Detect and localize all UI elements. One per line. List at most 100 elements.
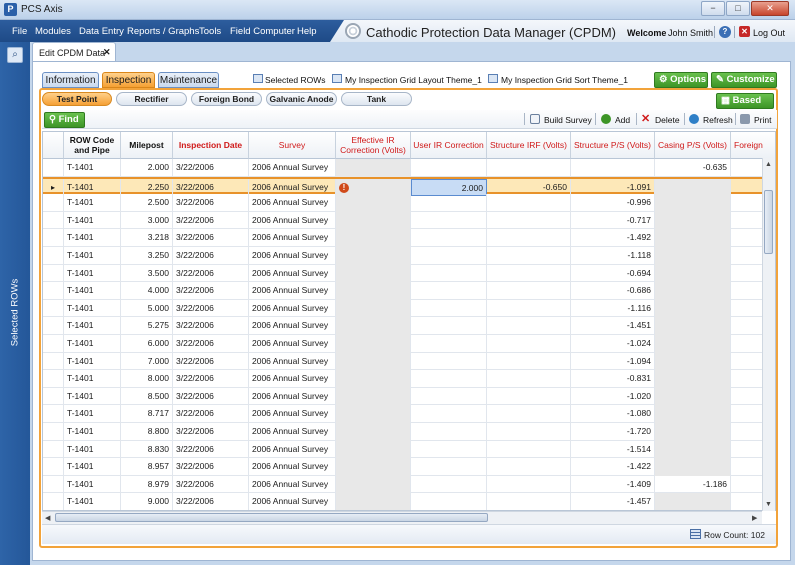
cell-milepost[interactable]: 3.500 [121, 264, 173, 283]
cell-survey[interactable]: 2006 Annual Survey [249, 211, 336, 230]
cell-milepost[interactable]: 4.000 [121, 282, 173, 300]
scroll-right-icon[interactable]: ▶ [752, 514, 757, 522]
cell-irf[interactable] [487, 317, 571, 335]
cell-irf[interactable] [487, 405, 571, 423]
menu-help[interactable]: Help [297, 26, 317, 37]
cell-milepost[interactable]: 3.000 [121, 211, 173, 230]
cell-ps[interactable]: -1.457 [571, 493, 655, 510]
cell-survey[interactable]: 2006 Annual Survey [249, 247, 336, 265]
cell-user-ir[interactable] [411, 352, 487, 371]
cell-ps[interactable] [571, 159, 655, 177]
cell-milepost[interactable]: 3.218 [121, 229, 173, 247]
cell-irf[interactable] [487, 335, 571, 353]
col-header-structure-ps[interactable]: Structure P/S (Volts) [571, 132, 655, 159]
cell-casing[interactable] [655, 405, 731, 423]
cell-ps[interactable]: -1.094 [571, 352, 655, 371]
cell-milepost[interactable]: 2.500 [121, 194, 173, 212]
col-header-inspection-date[interactable]: Inspection Date [173, 132, 249, 159]
cell-date[interactable]: 3/22/2006 [173, 405, 249, 423]
cell-date[interactable]: 3/22/2006 [173, 335, 249, 353]
cell-date[interactable]: 3/22/2006 [173, 475, 249, 494]
cell-survey[interactable]: 2006 Annual Survey [249, 352, 336, 371]
logout-icon[interactable]: ✕ [739, 26, 750, 37]
cell-irf[interactable] [487, 159, 571, 177]
cell-row[interactable]: T-1401 [64, 299, 121, 318]
cell-survey[interactable]: 2006 Annual Survey [249, 159, 336, 177]
cell-row[interactable]: T-1401 [64, 335, 121, 353]
cell-row[interactable]: T-1401 [64, 247, 121, 265]
cell-survey[interactable]: 2006 Annual Survey [249, 405, 336, 423]
table-row[interactable]: T-1401 7.000 3/22/2006 2006 Annual Survey -1… [43, 352, 775, 371]
cell-row[interactable]: T-1401 [64, 423, 121, 441]
cell-user-ir[interactable] [411, 405, 487, 423]
cell-row[interactable]: T-1401 [64, 475, 121, 494]
cell-user-ir[interactable] [411, 264, 487, 283]
subtab-galvanic-anode[interactable]: Galvanic Anode [266, 92, 337, 106]
cell-user-ir[interactable] [411, 282, 487, 300]
menu-modules[interactable]: Modules [35, 26, 71, 37]
cell-effective-ir[interactable] [336, 458, 411, 476]
vertical-scroll-thumb[interactable] [764, 190, 773, 254]
cell-effective-ir[interactable] [336, 299, 411, 318]
cell-survey[interactable]: 2006 Annual Survey [249, 299, 336, 318]
table-row[interactable]: ▸ T-1401 2.250 3/22/2006 2006 Annual Survey!… [43, 176, 775, 197]
cell-irf[interactable] [487, 247, 571, 265]
table-row[interactable]: T-1401 8.500 3/22/2006 2006 Annual Survey -1… [43, 387, 775, 406]
table-row[interactable]: T-1401 4.000 3/22/2006 2006 Annual Survey -0… [43, 282, 775, 300]
cell-date[interactable]: 3/22/2006 [173, 211, 249, 230]
table-row[interactable]: T-1401 8.830 3/22/2006 2006 Annual Survey -1… [43, 440, 775, 459]
cell-casing[interactable] [655, 370, 731, 388]
cell-casing[interactable]: -1.186 [655, 475, 731, 494]
cell-irf[interactable] [487, 370, 571, 388]
find-button[interactable]: ⚲ Find [44, 112, 85, 128]
cell-ps[interactable]: -1.451 [571, 317, 655, 335]
cell-effective-ir[interactable] [336, 370, 411, 388]
cell-effective-ir[interactable] [336, 475, 411, 494]
cell-survey[interactable]: 2006 Annual Survey [249, 440, 336, 459]
cell-effective-ir[interactable] [336, 405, 411, 423]
table-row[interactable]: T-1401 2.000 3/22/2006 2006 Annual Survey -0… [43, 159, 775, 177]
subtab-tank[interactable]: Tank [341, 92, 412, 106]
cell-ps[interactable]: -1.020 [571, 387, 655, 406]
cell-survey[interactable]: 2006 Annual Survey [249, 458, 336, 476]
col-header-user-ir[interactable]: User IR Correction [411, 132, 487, 159]
cell-row[interactable]: T-1401 [64, 440, 121, 459]
cell-casing[interactable] [655, 194, 731, 212]
subtab-test-point[interactable]: Test Point [42, 92, 112, 106]
cell-milepost[interactable]: 9.000 [121, 493, 173, 510]
cell-user-ir[interactable] [411, 229, 487, 247]
cell-row[interactable]: T-1401 [64, 370, 121, 388]
tab-edit-cpdm-data[interactable]: Edit CPDM Data ✕ [32, 42, 116, 61]
cell-user-ir[interactable] [411, 440, 487, 459]
table-row[interactable]: T-1401 3.218 3/22/2006 2006 Annual Survey -1… [43, 229, 775, 247]
cell-milepost[interactable]: 3.250 [121, 247, 173, 265]
cell-irf[interactable] [487, 264, 571, 283]
cell-date[interactable]: 3/22/2006 [173, 387, 249, 406]
cell-row[interactable]: T-1401 [64, 317, 121, 335]
cell-user-ir[interactable] [411, 247, 487, 265]
cell-milepost[interactable]: 5.275 [121, 317, 173, 335]
cell-survey[interactable]: 2006 Annual Survey [249, 370, 336, 388]
subtab-rectifier[interactable]: Rectifier [116, 92, 187, 106]
cell-milepost[interactable]: 8.830 [121, 440, 173, 459]
cell-casing[interactable] [655, 229, 731, 247]
horizontal-scroll-thumb[interactable] [55, 513, 488, 522]
cell-effective-ir[interactable] [336, 282, 411, 300]
cell-row[interactable]: T-1401 [64, 211, 121, 230]
cell-irf[interactable] [487, 282, 571, 300]
col-header-effective-ir[interactable]: Effective IR Correction (Volts) [336, 132, 411, 159]
cell-row[interactable]: T-1401 [64, 264, 121, 283]
cell-date[interactable]: 3/22/2006 [173, 299, 249, 318]
cell-date[interactable]: 3/22/2006 [173, 264, 249, 283]
cell-ps[interactable]: -0.717 [571, 211, 655, 230]
table-row[interactable]: T-1401 8.000 3/22/2006 2006 Annual Survey -0… [43, 370, 775, 388]
table-row[interactable]: T-1401 8.979 3/22/2006 2006 Annual Survey -1… [43, 475, 775, 494]
cell-user-ir[interactable] [411, 299, 487, 318]
close-tab-icon[interactable]: ✕ [103, 47, 111, 58]
cell-date[interactable]: 3/22/2006 [173, 282, 249, 300]
refresh-button[interactable]: Refresh [703, 115, 733, 125]
cell-irf[interactable] [487, 352, 571, 371]
cell-effective-ir[interactable] [336, 387, 411, 406]
cell-irf[interactable] [487, 387, 571, 406]
cell-effective-ir[interactable] [336, 352, 411, 371]
